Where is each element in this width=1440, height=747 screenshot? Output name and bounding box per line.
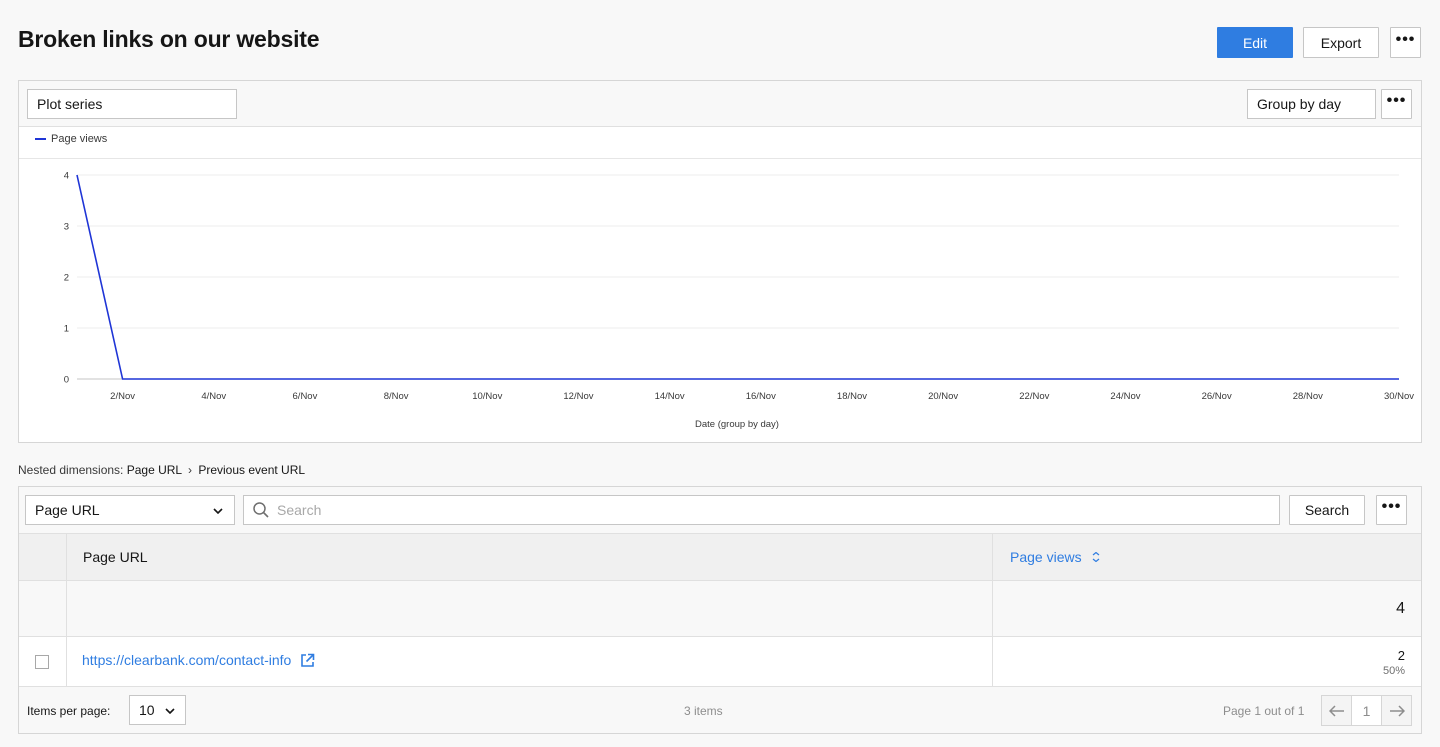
grid-lines (77, 174, 1399, 380)
column-divider (992, 534, 993, 580)
row-url-cell: https://clearbank.com/contact-info (82, 652, 315, 668)
group-by-select[interactable]: Group by day (1247, 89, 1376, 119)
table-more-button[interactable]: ••• (1376, 495, 1407, 525)
y-axis: 0 1 2 3 4 (64, 171, 69, 386)
x-tick-label: 26/Nov (1202, 391, 1232, 402)
page-info: Page 1 out of 1 (1223, 704, 1305, 718)
next-page-button[interactable] (1381, 695, 1412, 726)
x-tick-label: 16/Nov (746, 391, 776, 402)
table-total-row: 4 (19, 580, 1421, 636)
x-tick-label: 12/Nov (563, 391, 593, 402)
plot-series-field[interactable]: Plot series (27, 89, 237, 119)
current-page-button[interactable]: 1 (1351, 695, 1382, 726)
chevron-down-icon (165, 708, 175, 714)
chart-more-button[interactable]: ••• (1381, 89, 1412, 119)
previous-page-button[interactable] (1321, 695, 1352, 726)
export-button[interactable]: Export (1303, 27, 1379, 58)
legend-label: Page views (51, 133, 108, 145)
table-header-row: Page URL Page views (19, 533, 1421, 580)
row-page-views-percent: 50% (1382, 665, 1405, 677)
x-tick-label: 18/Nov (837, 391, 867, 402)
y-tick-label: 0 (64, 375, 69, 386)
search-placeholder: Search (277, 502, 322, 518)
breadcrumb-separator: › (188, 463, 192, 477)
x-tick-label: 28/Nov (1293, 391, 1323, 402)
row-checkbox[interactable] (35, 655, 49, 669)
column-divider (66, 534, 67, 580)
page-title: Broken links on our website (18, 26, 320, 52)
x-tick-label: 24/Nov (1110, 391, 1140, 402)
x-tick-label: 30/Nov (1384, 391, 1414, 402)
edit-button[interactable]: Edit (1217, 27, 1293, 58)
more-icon: ••• (1386, 92, 1407, 109)
x-axis-title: Date (group by day) (695, 419, 779, 430)
search-button[interactable]: Search (1289, 495, 1365, 525)
table-panel: Page URL Search Search ••• Page URL Page… (18, 486, 1422, 734)
items-per-page-value: 10 (139, 702, 155, 718)
legend-swatch (35, 138, 46, 140)
dimension-select-value: Page URL (35, 502, 100, 518)
page-url-link[interactable]: https://clearbank.com/contact-info (82, 652, 291, 668)
legend-divider (19, 158, 1421, 159)
y-tick-label: 3 (64, 222, 69, 233)
x-tick-label: 4/Nov (201, 391, 226, 402)
x-tick-label: 8/Nov (384, 391, 409, 402)
table-toolbar: Page URL Search Search ••• (19, 487, 1421, 533)
x-tick-label: 14/Nov (655, 391, 685, 402)
search-input[interactable]: Search (243, 495, 1280, 525)
chevron-down-icon (213, 508, 223, 514)
x-axis: 2/Nov 4/Nov 6/Nov 8/Nov 10/Nov 12/Nov 14/Nov 16… (110, 391, 1414, 402)
arrow-left-icon (1328, 704, 1344, 717)
chart-toolbar: Plot series Group by day ••• (19, 81, 1421, 127)
chart-panel: Plot series Group by day ••• Page views … (18, 80, 1422, 443)
line-chart: 0 1 2 3 4 2/Nov 4/Nov 6/Nov 8/Nov 10/Nov 12/Nov 14… (64, 171, 1415, 430)
sort-icon (1092, 552, 1099, 562)
items-count: 3 items (684, 704, 723, 718)
y-tick-label: 4 (64, 171, 69, 182)
nested-dimensions: Nested dimensions: Page URL › Previous e… (18, 463, 305, 477)
y-tick-label: 1 (64, 324, 69, 335)
nested-dimension-page-url[interactable]: Page URL (127, 463, 182, 477)
x-tick-label: 22/Nov (1019, 391, 1049, 402)
table-footer: Items per page: 10 3 items Page 1 out of… (19, 686, 1421, 733)
column-divider (66, 637, 67, 686)
more-icon: ••• (1395, 30, 1416, 48)
total-page-views: 4 (1396, 600, 1405, 617)
more-icon: ••• (1381, 498, 1402, 515)
items-per-page-select[interactable]: 10 (129, 695, 186, 725)
table-row[interactable]: https://clearbank.com/contact-info 2 50% (19, 636, 1421, 686)
dimension-select[interactable]: Page URL (25, 495, 235, 525)
x-tick-label: 10/Nov (472, 391, 502, 402)
nested-dimensions-prefix: Nested dimensions: (18, 463, 124, 477)
more-options-button[interactable]: ••• (1390, 27, 1421, 58)
column-divider (992, 637, 993, 686)
x-tick-label: 20/Nov (928, 391, 958, 402)
arrow-right-icon (1389, 704, 1405, 717)
y-tick-label: 2 (64, 273, 69, 284)
row-page-views: 2 (1397, 648, 1405, 663)
nested-dimension-previous-event-url[interactable]: Previous event URL (198, 463, 305, 477)
column-header-page-views-label: Page views (1010, 549, 1082, 565)
row-page-views-cell: 2 50% (1383, 648, 1405, 677)
x-tick-label: 6/Nov (293, 391, 318, 402)
column-header-page-url[interactable]: Page URL (83, 549, 148, 565)
external-link-icon[interactable] (300, 653, 315, 668)
items-per-page-label: Items per page: (27, 704, 111, 718)
column-divider (66, 581, 67, 636)
column-divider (992, 581, 993, 636)
x-tick-label: 2/Nov (110, 391, 135, 402)
column-header-page-views[interactable]: Page views (1010, 549, 1100, 565)
chart-legend[interactable]: Page views (35, 133, 107, 145)
search-icon (253, 502, 269, 518)
